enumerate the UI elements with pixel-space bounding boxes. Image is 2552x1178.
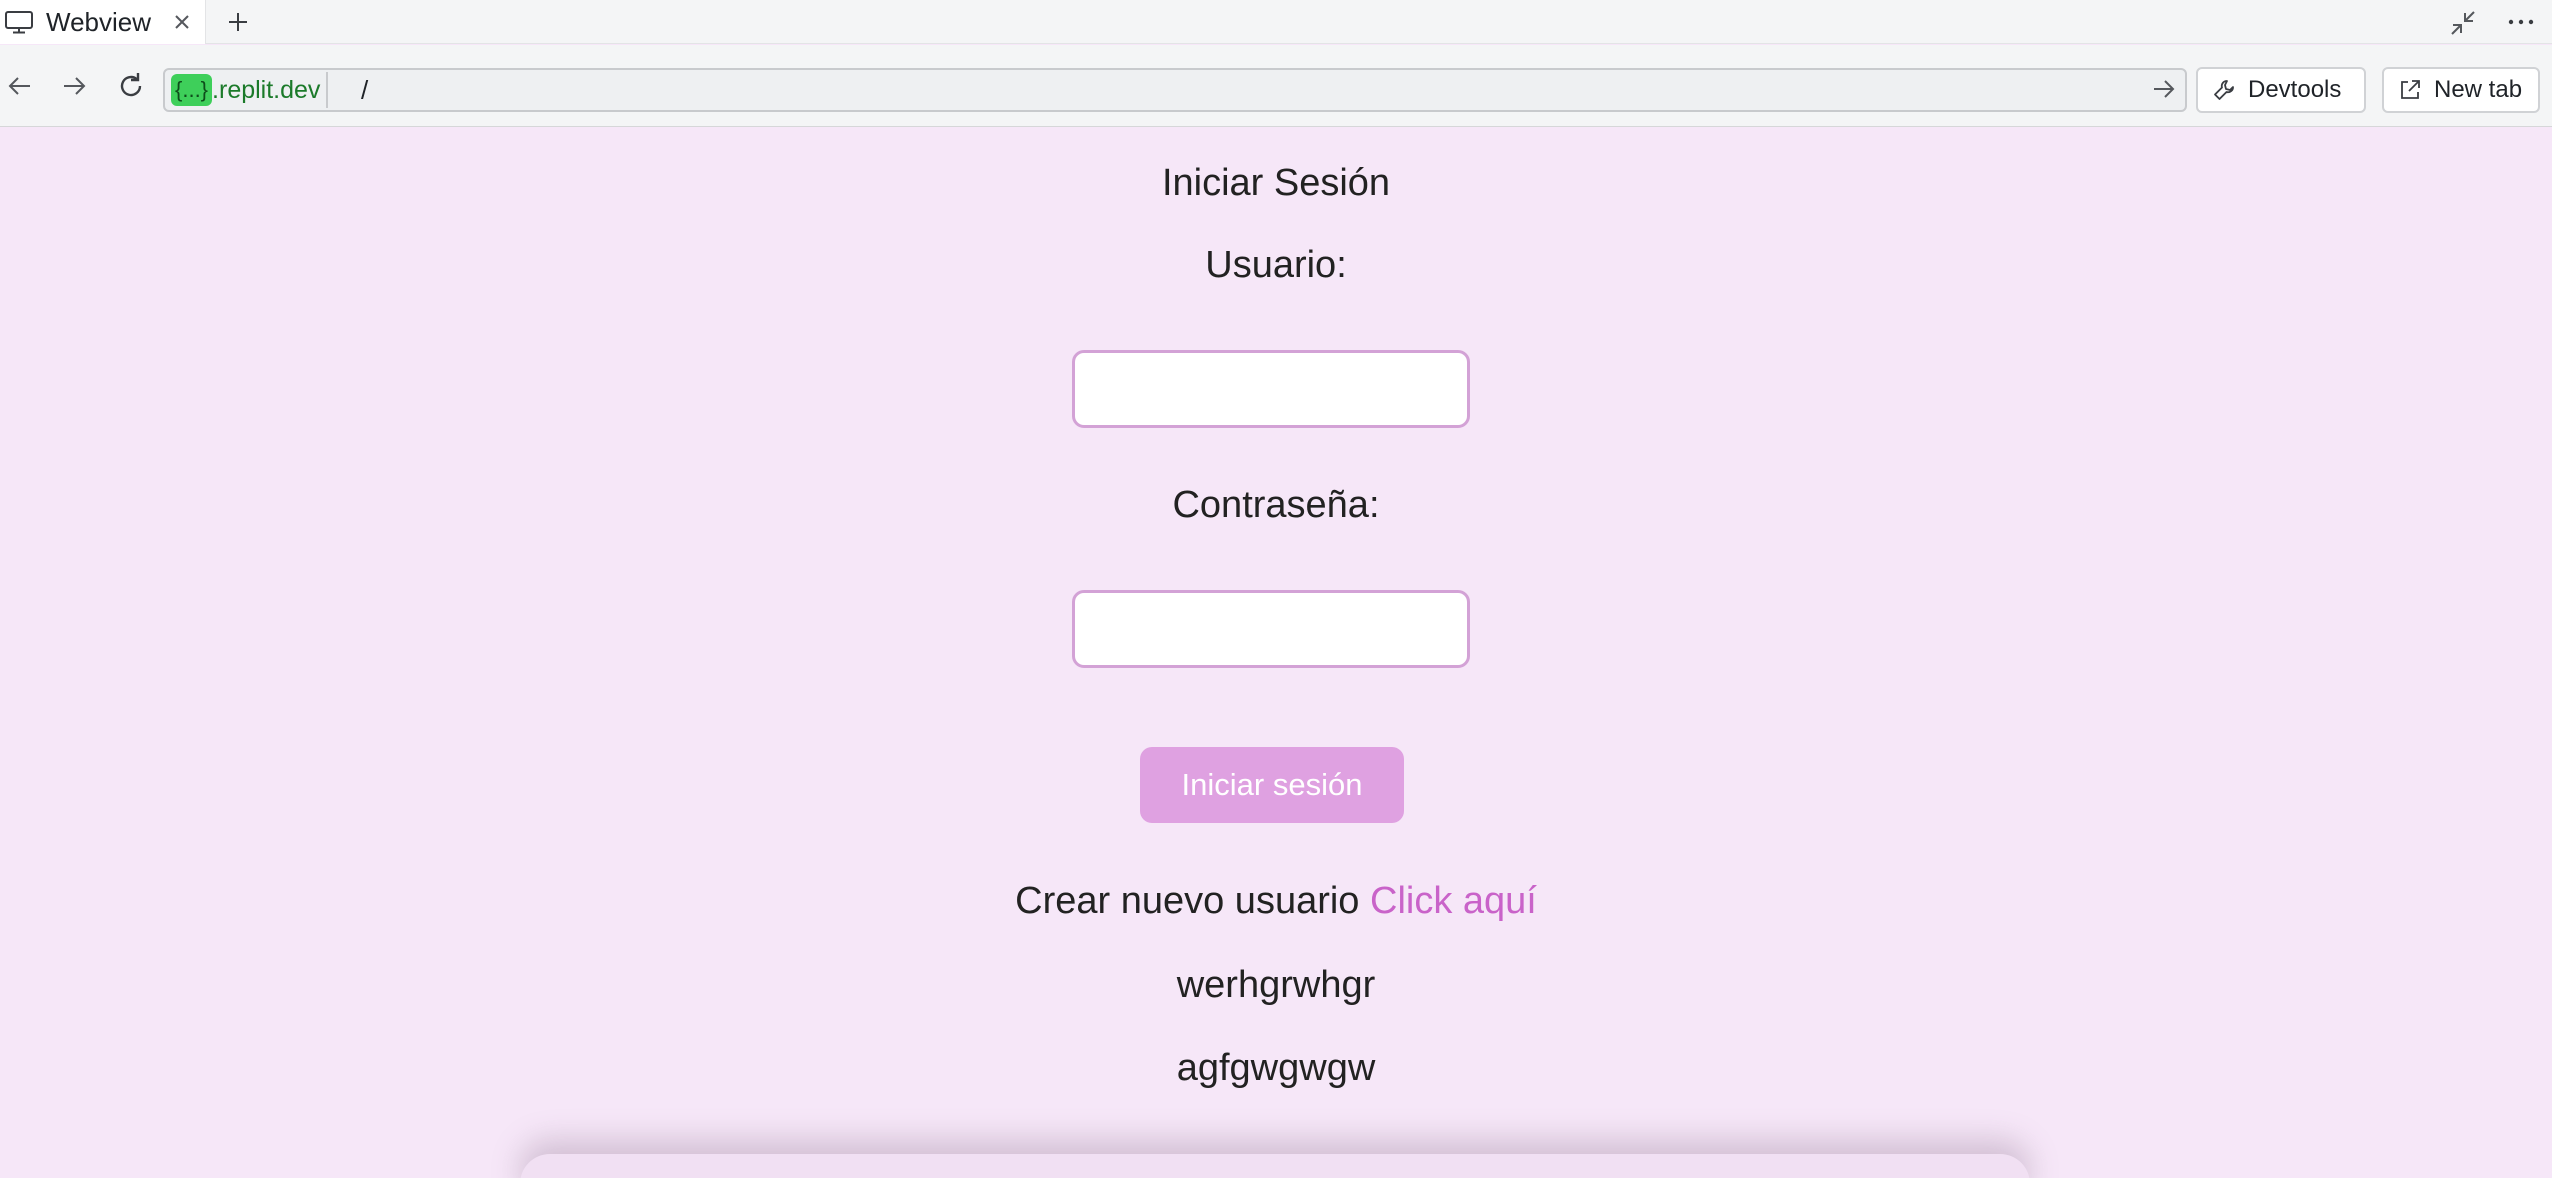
login-button[interactable]: Iniciar sesión bbox=[1140, 747, 1404, 823]
reload-icon[interactable] bbox=[116, 71, 146, 101]
webview-page: Iniciar Sesión Usuario: Contraseña: Inic… bbox=[0, 128, 2552, 1178]
create-user-link[interactable]: Click aquí bbox=[1370, 880, 1537, 922]
collapse-icon[interactable] bbox=[2450, 10, 2476, 36]
bottom-panel-shadow bbox=[520, 1154, 2030, 1178]
external-link-icon bbox=[2401, 80, 2420, 99]
url-host-suffix: .replit.dev bbox=[212, 75, 321, 104]
devtools-label: Devtools bbox=[2248, 76, 2342, 103]
forward-arrow-icon[interactable] bbox=[60, 71, 90, 101]
new-tab-button[interactable]: New tab bbox=[2382, 67, 2540, 113]
tab-title: Webview bbox=[46, 7, 152, 37]
address-bar: {...} .replit.dev / Devtools New tab bbox=[0, 45, 2552, 127]
wrench-icon bbox=[2214, 80, 2234, 100]
url-path[interactable]: / bbox=[361, 72, 368, 108]
create-user-text: Crear nuevo usuario bbox=[1015, 880, 1360, 922]
devtools-button[interactable]: Devtools bbox=[2196, 67, 2366, 113]
tab-strip: Webview bbox=[0, 0, 2552, 44]
url-field[interactable]: {...} .replit.dev / bbox=[163, 68, 2187, 112]
close-icon[interactable] bbox=[172, 12, 192, 32]
password-label: Contraseña: bbox=[1172, 484, 1380, 526]
text-line-1: werhgrwhgr bbox=[1176, 964, 1376, 1006]
monitor-icon bbox=[5, 11, 33, 34]
new-tab-label: New tab bbox=[2434, 76, 2523, 103]
url-host-badge: {...} bbox=[171, 74, 213, 106]
password-input[interactable] bbox=[1072, 590, 1470, 668]
back-arrow-icon[interactable] bbox=[4, 71, 34, 101]
go-arrow-icon[interactable] bbox=[2151, 76, 2177, 102]
url-host: {...} .replit.dev bbox=[167, 72, 329, 108]
username-input[interactable] bbox=[1072, 350, 1470, 428]
create-user-line: Crear nuevo usuario Click aquí bbox=[0, 878, 2552, 924]
text-line-2: agfgwgwgw bbox=[1176, 1047, 1376, 1089]
tab-webview[interactable]: Webview bbox=[0, 0, 206, 44]
username-label: Usuario: bbox=[1205, 244, 1347, 286]
plus-icon[interactable] bbox=[226, 10, 250, 34]
more-options-icon[interactable] bbox=[2506, 12, 2536, 32]
page-title: Iniciar Sesión bbox=[1161, 162, 1391, 204]
